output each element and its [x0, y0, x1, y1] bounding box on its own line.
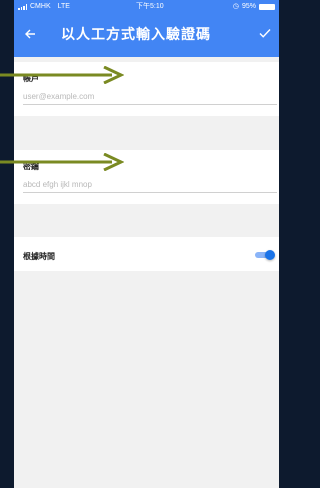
key-input[interactable]: abcd efgh ijkl mnop — [23, 177, 277, 193]
time-based-label: 根據時間 — [23, 252, 55, 261]
status-right: ◷ 95% — [233, 0, 275, 14]
arrow-right-icon — [0, 66, 124, 84]
app-bar: 以人工方式輸入驗證碼 — [14, 14, 279, 57]
account-input[interactable]: user@example.com — [23, 89, 277, 105]
page-title: 以人工方式輸入驗證碼 — [61, 27, 211, 43]
time-based-row[interactable]: 根據時間 — [14, 237, 279, 271]
network-type: LTE — [57, 3, 70, 10]
battery-percent: 95% — [241, 3, 256, 10]
check-icon[interactable] — [259, 25, 273, 41]
time-based-toggle[interactable] — [255, 250, 275, 260]
status-left: CMHK LTE — [18, 0, 70, 14]
toggle-knob — [265, 250, 275, 260]
carrier-name: CMHK — [30, 3, 51, 10]
alarm-icon: ◷ — [232, 3, 239, 10]
battery-icon — [259, 4, 275, 10]
arrow-right-icon — [0, 153, 124, 171]
arrow-left-icon[interactable] — [24, 26, 38, 42]
signal-icon — [18, 4, 27, 10]
status-bar: CMHK LTE 下午5:10 ◷ 95% — [14, 0, 279, 14]
status-time: 下午5:10 — [136, 3, 164, 10]
header: CMHK LTE 下午5:10 ◷ 95% 以人工方式輸入驗證碼 — [14, 0, 279, 57]
